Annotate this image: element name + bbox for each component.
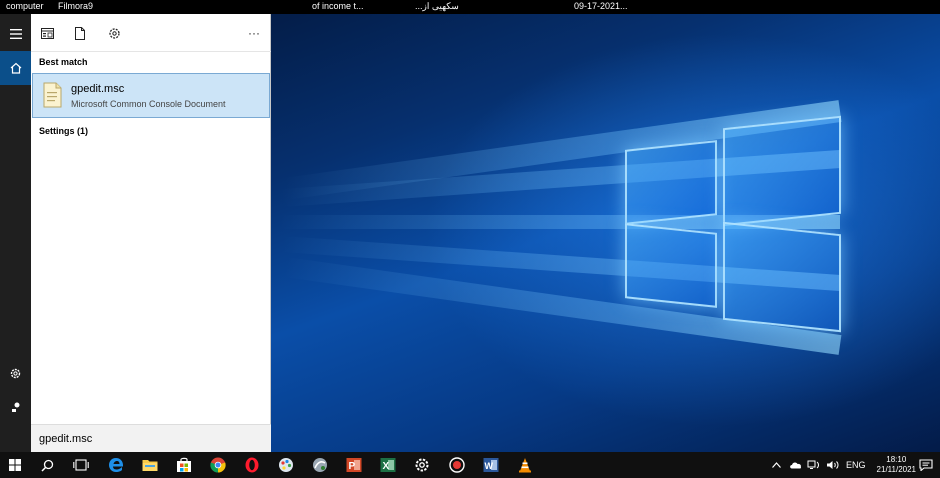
home-button[interactable] (0, 51, 31, 85)
recorder-taskbar-button[interactable] (442, 455, 472, 475)
recorder-icon (449, 457, 465, 473)
word-taskbar-button[interactable]: W (476, 455, 506, 475)
powerpoint-icon: P (346, 458, 362, 472)
svg-text:P: P (349, 461, 356, 472)
search-filter-toolbar: ··· (31, 14, 271, 52)
store-icon (177, 457, 191, 472)
document-icon (43, 82, 62, 108)
more-options-button[interactable]: ··· (245, 25, 263, 41)
chrome-icon (210, 457, 226, 473)
search-icon (40, 459, 53, 472)
onedrive-icon[interactable] (789, 461, 802, 469)
expand-menu-button[interactable] (0, 17, 31, 51)
desktop-icon-labels: computer Filmora9 of income t... ...سکهی… (0, 0, 940, 14)
vlc-icon (519, 458, 531, 473)
windows-logo-pane-tl (625, 140, 717, 225)
best-match-subtitle: Microsoft Common Console Document (71, 99, 226, 109)
opera-taskbar-button[interactable] (237, 455, 267, 475)
desktop-item-date-file[interactable]: 09-17-2021... (574, 1, 628, 11)
language-indicator[interactable]: ENG (846, 460, 866, 470)
word-icon: W (483, 458, 499, 472)
svg-text:X: X (383, 461, 390, 472)
clock[interactable]: 18:10 21/11/2021 (877, 455, 916, 475)
clock-time: 18:10 (886, 455, 907, 464)
chevron-up-icon[interactable] (772, 462, 781, 468)
desktop-item-income[interactable]: of income t... (312, 1, 364, 11)
windows-logo-pane-bl (625, 223, 717, 308)
task-view-button[interactable] (66, 455, 96, 475)
chrome-taskbar-button[interactable] (203, 455, 233, 475)
task-view-icon (73, 459, 89, 471)
settings-filter-button[interactable] (106, 25, 122, 41)
search-input[interactable] (39, 430, 259, 448)
file-explorer-taskbar-button[interactable] (135, 455, 165, 475)
app-icon (313, 458, 327, 472)
search-results-panel: ··· Best match gpedit.msc Microsoft Comm… (31, 14, 271, 452)
svg-text:W: W (485, 461, 494, 471)
apps-filter-icon (40, 27, 54, 39)
volume-icon[interactable] (826, 460, 840, 470)
home-icon (10, 62, 21, 74)
opera-icon (245, 457, 259, 473)
network-icon[interactable] (807, 460, 821, 470)
excel-icon: X (380, 458, 396, 472)
desktop-item-filmora[interactable]: Filmora9 (58, 1, 93, 11)
notification-icon (919, 459, 933, 471)
excel-taskbar-button[interactable]: X (373, 455, 403, 475)
settings-taskbar-button[interactable] (407, 455, 437, 475)
windows-logo-pane-tr (723, 115, 841, 227)
powerpoint-taskbar-button[interactable]: P (339, 455, 369, 475)
start-button[interactable] (0, 455, 30, 475)
settings-heading[interactable]: Settings (1) (39, 126, 88, 136)
desktop-item-computer[interactable]: computer (6, 1, 44, 11)
user-button[interactable] (0, 390, 31, 424)
apps-filter-button[interactable] (39, 25, 55, 41)
paint-taskbar-button[interactable] (271, 455, 301, 475)
vlc-taskbar-button[interactable] (510, 455, 540, 475)
search-button[interactable] (32, 455, 62, 475)
taskbar: P X W ENG 18:10 21/11/2021 (0, 452, 940, 478)
hamburger-icon (9, 29, 22, 39)
settings-icon (415, 458, 429, 472)
more-icon: ··· (248, 26, 260, 40)
action-center-button[interactable] (912, 455, 940, 475)
desktop-item-persian[interactable]: ...سکهیی از (415, 1, 459, 12)
search-box[interactable] (31, 424, 271, 452)
start-icon (9, 459, 21, 471)
settings-filter-icon (108, 27, 120, 39)
store-taskbar-button[interactable] (169, 455, 199, 475)
app-taskbar-button[interactable] (305, 455, 335, 475)
documents-filter-button[interactable] (72, 25, 88, 41)
clock-date: 21/11/2021 (876, 465, 916, 474)
documents-filter-icon (75, 26, 85, 40)
best-match-result[interactable]: gpedit.msc Microsoft Common Console Docu… (32, 73, 270, 118)
settings-button[interactable] (0, 356, 31, 390)
file-explorer-icon (142, 460, 158, 471)
system-tray: ENG (772, 452, 866, 478)
paint-icon (279, 458, 293, 472)
windows-logo-pane-br (723, 221, 841, 333)
user-icon (11, 402, 19, 412)
edge-icon (109, 458, 124, 472)
gear-icon (10, 368, 21, 378)
start-rail (0, 14, 31, 452)
best-match-heading: Best match (39, 57, 88, 67)
edge-taskbar-button[interactable] (101, 455, 131, 475)
best-match-title: gpedit.msc (71, 83, 125, 95)
